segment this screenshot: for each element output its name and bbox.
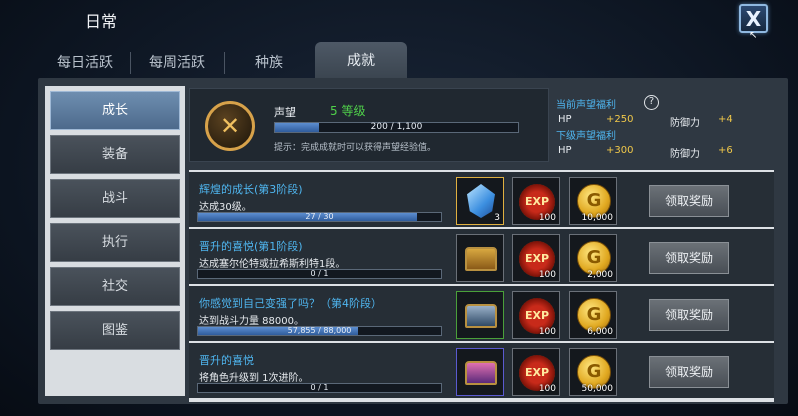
tab-bar: 每日活跃 每周活跃 种族 成就 bbox=[40, 42, 410, 80]
achievement-row: 晋升的喜悦 将角色升级到 1次进阶。 0 / 1 EXP 100 G 50,00… bbox=[189, 343, 774, 398]
next-bonus-hp-value: +300 bbox=[606, 145, 634, 156]
achievement-title: 晋升的喜悦 bbox=[199, 354, 254, 367]
achievement-progress-bar: 0 / 1 bbox=[197, 383, 442, 393]
reward-count: 10,000 bbox=[581, 213, 614, 223]
reward-slot[interactable]: G 10,000 bbox=[569, 177, 617, 225]
next-bonus-heading: 下级声望福利 bbox=[556, 131, 616, 142]
sidebar-item-social[interactable]: 社交 bbox=[50, 267, 180, 306]
achievement-list: 辉煌的成长(第3阶段) 达成30级。 27 / 30 3 EXP 100 G 1… bbox=[189, 170, 774, 402]
achievement-title: 你感觉到自己变强了吗？（第4阶段） bbox=[199, 297, 382, 310]
reputation-tip: 提示：完成成就时可以获得声望经验值。 bbox=[274, 143, 437, 153]
reputation-panel: ✕ 声望 5 等级 200 / 1,100 提示：完成成就时可以获得声望经验值。 bbox=[189, 88, 549, 162]
achievement-description: 达成30级。 bbox=[199, 202, 252, 213]
blue-gem-icon bbox=[467, 184, 495, 218]
gold-chest-icon bbox=[465, 247, 497, 271]
reward-count: 6,000 bbox=[587, 327, 613, 337]
achievement-description: 达到战斗力量 88000。 bbox=[199, 316, 304, 327]
green-chest-icon bbox=[465, 304, 497, 328]
achievement-title: 辉煌的成长(第3阶段) bbox=[199, 183, 303, 196]
purple-chest-icon bbox=[465, 361, 497, 385]
reputation-medal-icon: ✕ bbox=[205, 101, 255, 151]
reward-slot[interactable]: 3 bbox=[456, 177, 504, 225]
achievement-title: 晋升的喜悦(第1阶段) bbox=[199, 240, 303, 253]
achievement-row: 辉煌的成长(第3阶段) 达成30级。 27 / 30 3 EXP 100 G 1… bbox=[189, 172, 774, 227]
reward-slot[interactable]: EXP 100 bbox=[512, 234, 560, 282]
next-bonus-defense-value: +6 bbox=[718, 145, 733, 156]
achievement-progress-bar: 0 / 1 bbox=[197, 269, 442, 279]
category-sidebar: 成长 装备 战斗 执行 社交 图鉴 bbox=[45, 86, 185, 396]
achievement-progress-text: 57,855 / 88,000 bbox=[287, 326, 352, 335]
achievement-progress-text: 27 / 30 bbox=[305, 212, 334, 221]
achievement-description: 达成塞尔伦特或拉希斯利特1段。 bbox=[199, 259, 346, 270]
sidebar-item-execution[interactable]: 执行 bbox=[50, 223, 180, 262]
reward-count: 3 bbox=[494, 213, 500, 223]
achievement-progress-bar: 57,855 / 88,000 bbox=[197, 326, 442, 336]
reward-slot[interactable] bbox=[456, 348, 504, 396]
reward-slot[interactable]: EXP 100 bbox=[512, 348, 560, 396]
reward-count: 100 bbox=[538, 270, 556, 280]
achievement-progress-text: 0 / 1 bbox=[310, 383, 329, 392]
reward-count: 50,000 bbox=[581, 384, 614, 394]
sidebar-item-combat[interactable]: 战斗 bbox=[50, 179, 180, 218]
claim-reward-button[interactable]: 领取奖励 bbox=[649, 299, 729, 331]
reward-slot[interactable] bbox=[456, 234, 504, 282]
reward-slot[interactable] bbox=[456, 291, 504, 339]
reputation-level: 5 等级 bbox=[330, 104, 366, 118]
window-title: 日常 bbox=[85, 12, 118, 31]
current-bonus-defense-value: +4 bbox=[718, 114, 733, 125]
reward-count: 100 bbox=[538, 213, 556, 223]
reputation-progress-bar: 200 / 1,100 bbox=[274, 122, 519, 133]
tab-race[interactable]: 种族 bbox=[224, 48, 314, 78]
tab-divider bbox=[130, 52, 131, 74]
reputation-label: 声望 bbox=[274, 106, 296, 119]
reward-count: 100 bbox=[538, 327, 556, 337]
sidebar-item-codex[interactable]: 图鉴 bbox=[50, 311, 180, 350]
achievement-description: 将角色升级到 1次进阶。 bbox=[199, 373, 309, 384]
close-button[interactable]: X bbox=[739, 4, 768, 33]
sidebar-item-equipment[interactable]: 装备 bbox=[50, 135, 180, 174]
current-bonus-hp-value: +250 bbox=[606, 114, 634, 125]
mouse-cursor-icon: ↖ bbox=[749, 30, 758, 41]
tab-achievement[interactable]: 成就 bbox=[315, 42, 407, 80]
reward-slot[interactable]: EXP 100 bbox=[512, 291, 560, 339]
current-bonus-defense-label: 防御力 bbox=[670, 118, 700, 129]
reward-count: 100 bbox=[538, 384, 556, 394]
reward-slot[interactable]: G 2,000 bbox=[569, 234, 617, 282]
claim-reward-button[interactable]: 领取奖励 bbox=[649, 242, 729, 274]
claim-reward-button[interactable]: 领取奖励 bbox=[649, 356, 729, 388]
claim-reward-button[interactable]: 领取奖励 bbox=[649, 185, 729, 217]
reward-slot[interactable]: G 50,000 bbox=[569, 348, 617, 396]
question-circle-icon[interactable]: ? bbox=[644, 95, 659, 110]
current-bonus-hp-label: HP bbox=[558, 114, 572, 125]
reward-slot[interactable]: G 6,000 bbox=[569, 291, 617, 339]
reputation-progress-text: 200 / 1,100 bbox=[370, 122, 423, 132]
achievement-progress-bar: 27 / 30 bbox=[197, 212, 442, 222]
achievement-row: 晋升的喜悦(第1阶段) 达成塞尔伦特或拉希斯利特1段。 0 / 1 EXP 10… bbox=[189, 229, 774, 284]
close-icon: X bbox=[745, 6, 762, 31]
reward-count: 2,000 bbox=[587, 270, 613, 280]
next-bonus-defense-label: 防御力 bbox=[670, 149, 700, 160]
sidebar-item-growth[interactable]: 成长 bbox=[50, 91, 180, 130]
achievement-progress-text: 0 / 1 bbox=[310, 269, 329, 278]
achievement-row: 你感觉到自己变强了吗？（第4阶段） 达到战斗力量 88000。 57,855 /… bbox=[189, 286, 774, 341]
next-bonus-hp-label: HP bbox=[558, 145, 572, 156]
reward-slot[interactable]: EXP 100 bbox=[512, 177, 560, 225]
tab-daily[interactable]: 每日活跃 bbox=[40, 48, 130, 78]
tab-weekly[interactable]: 每周活跃 bbox=[132, 48, 222, 78]
current-bonus-heading: 当前声望福利 bbox=[556, 100, 616, 111]
